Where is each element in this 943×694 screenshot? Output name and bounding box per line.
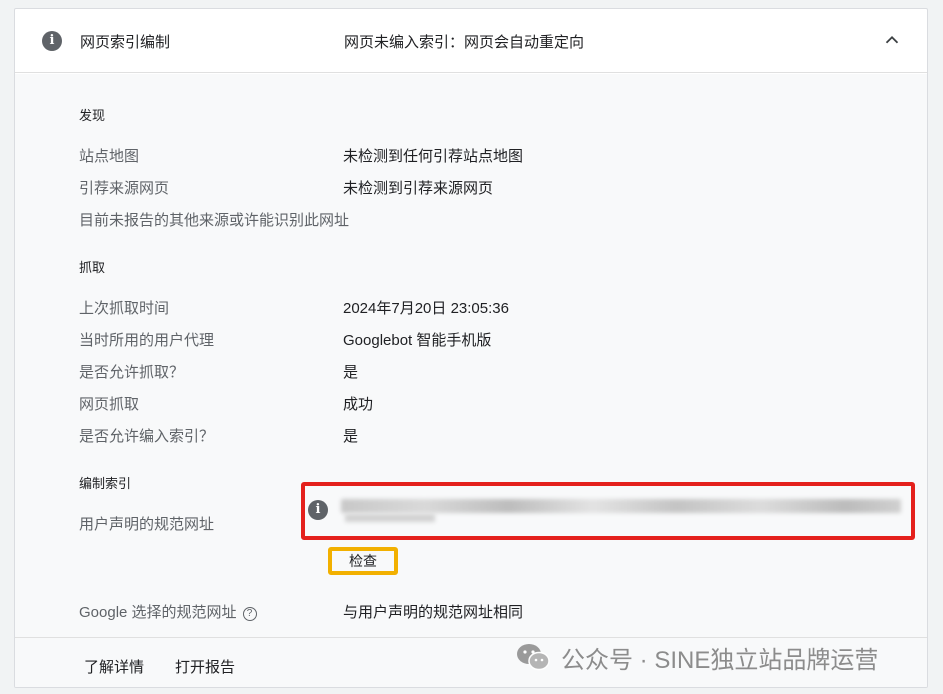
section-title-crawl: 抓取 [79, 260, 106, 275]
open-report-link[interactable]: 打开报告 [175, 656, 235, 677]
row-label-user-canonical: 用户声明的规范网址 [79, 516, 215, 533]
row-value-indexing-allowed: 是 [343, 428, 359, 445]
info-icon: i [42, 31, 62, 51]
card-body: 发现 站点地图 未检测到任何引荐站点地图 引荐来源网页 未检测到引荐来源网页 目… [15, 74, 927, 637]
learn-more-link[interactable]: 了解详情 [84, 656, 144, 677]
chevron-up-icon[interactable] [881, 29, 903, 51]
redacted-url-tail [345, 514, 435, 522]
row-label-last-crawl: 上次抓取时间 [79, 300, 170, 317]
redacted-url [341, 499, 901, 513]
row-value-referring-page: 未检测到引荐来源网页 [343, 180, 494, 197]
user-canonical-highlight: i [301, 482, 915, 540]
wechat-icon [517, 644, 550, 671]
help-circle-icon[interactable]: ? [242, 607, 257, 621]
card-title: 网页索引编制 [80, 34, 171, 51]
watermark: 公众号 · SINE独立站品牌运营 [515, 640, 878, 674]
card-header[interactable]: i 网页索引编制 网页未编入索引：网页会自动重定向 [15, 9, 927, 73]
row-label-page-fetch: 网页抓取 [79, 396, 140, 413]
row-value-crawl-allowed: 是 [343, 364, 359, 381]
google-canonical-label: Google 选择的规范网址 [79, 604, 237, 621]
page-indexing-card: i 网页索引编制 网页未编入索引：网页会自动重定向 发现 站点地图 未检测到任何… [14, 8, 928, 688]
section-title-discovery: 发现 [79, 108, 106, 123]
row-label-referring-page: 引荐来源网页 [79, 180, 170, 197]
section-title-indexing: 编制索引 [79, 476, 132, 491]
row-label-sitemap: 站点地图 [79, 148, 140, 165]
row-value-page-fetch: 成功 [343, 396, 374, 413]
info-icon[interactable]: i [308, 500, 328, 520]
row-label-crawl-allowed: 是否允许抓取？ [79, 364, 185, 381]
index-status: 网页未编入索引：网页会自动重定向 [344, 34, 585, 51]
inspect-button[interactable]: 检查 [328, 547, 398, 575]
row-label-indexing-allowed: 是否允许编入索引？ [79, 428, 215, 445]
row-value-google-canonical: 与用户声明的规范网址相同 [343, 604, 524, 621]
row-value-sitemap: 未检测到任何引荐站点地图 [343, 148, 524, 165]
discovery-note: 目前未报告的其他来源或许能识别此网址 [79, 212, 350, 229]
watermark-text: 公众号 · SINE独立站品牌运营 [561, 646, 879, 674]
row-value-last-crawl: 2024年7月20日 23:05:36 [343, 300, 509, 317]
row-label-user-agent: 当时所用的用户代理 [79, 332, 215, 349]
row-label-google-canonical: Google 选择的规范网址? [79, 601, 257, 622]
row-value-user-agent: Googlebot 智能手机版 [343, 332, 492, 349]
